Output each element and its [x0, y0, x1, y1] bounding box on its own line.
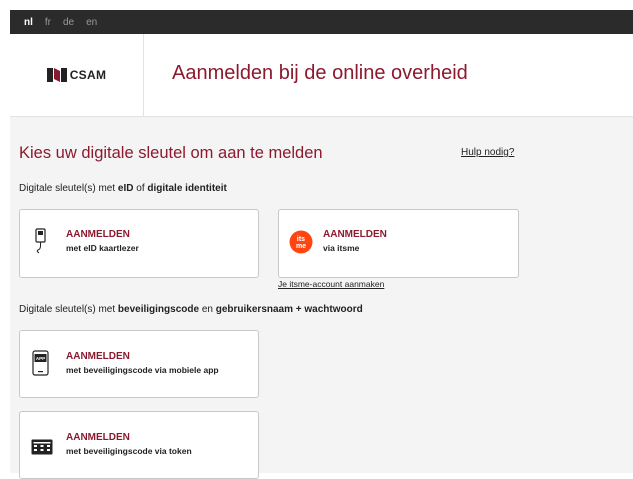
- csam-logo-icon: [46, 68, 67, 82]
- svg-text:its: its: [297, 236, 305, 243]
- token-login-button[interactable]: AANMELDEN met beveiligingscode via token: [19, 411, 259, 479]
- itsme-card-subtitle: via itsme: [323, 243, 360, 253]
- lang-fr[interactable]: fr: [45, 17, 51, 28]
- csam-logo: CSAM: [46, 67, 107, 83]
- mobile-app-card-title: AANMELDEN: [66, 351, 130, 362]
- main-content: Kies uw digitale sleutel om aan te melde…: [10, 117, 633, 479]
- token-card-title: AANMELDEN: [66, 432, 130, 443]
- eid-card-subtitle: met eID kaartlezer: [66, 243, 139, 253]
- itsme-login-button[interactable]: its me AANMELDEN via itsme: [278, 209, 519, 278]
- eid-card-title: AANMELDEN: [66, 229, 130, 240]
- lang-nl[interactable]: nl: [24, 17, 33, 28]
- lang-de[interactable]: de: [63, 17, 74, 28]
- svg-text:me: me: [296, 243, 306, 250]
- section-label-security-code: Digitale sleutel(s) met beveiligingscode…: [19, 304, 363, 315]
- mobile-app-card-subtitle: met beveiligingscode via mobiele app: [66, 365, 219, 375]
- mobile-app-icon: APP: [32, 350, 49, 376]
- top-margin: [0, 0, 633, 10]
- logo-container[interactable]: CSAM: [10, 34, 144, 116]
- section-label-eid: Digitale sleutel(s) met eID of digitale …: [19, 183, 227, 194]
- mobile-app-login-button[interactable]: APP AANMELDEN met beveiligingscode via m…: [19, 330, 259, 398]
- token-icon: [31, 439, 53, 455]
- logo-text: CSAM: [69, 68, 107, 82]
- help-link[interactable]: Hulp nodig?: [461, 147, 514, 158]
- eid-login-button[interactable]: AANMELDEN met eID kaartlezer: [19, 209, 259, 278]
- token-card-subtitle: met beveiligingscode via token: [66, 446, 192, 456]
- eid-card-reader-icon: [35, 228, 46, 254]
- itsme-create-account-link[interactable]: Je itsme-account aanmaken: [278, 279, 384, 289]
- svg-text:APP: APP: [36, 356, 45, 361]
- lang-en[interactable]: en: [86, 17, 97, 28]
- page-header: CSAM Aanmelden bij de online overheid: [10, 34, 633, 117]
- itsme-card-title: AANMELDEN: [323, 229, 387, 240]
- language-bar: nl fr de en: [10, 10, 633, 34]
- page-title: Aanmelden bij de online overheid: [172, 62, 468, 84]
- itsme-logo-icon: its me: [289, 230, 313, 254]
- main-heading: Kies uw digitale sleutel om aan te melde…: [19, 144, 323, 162]
